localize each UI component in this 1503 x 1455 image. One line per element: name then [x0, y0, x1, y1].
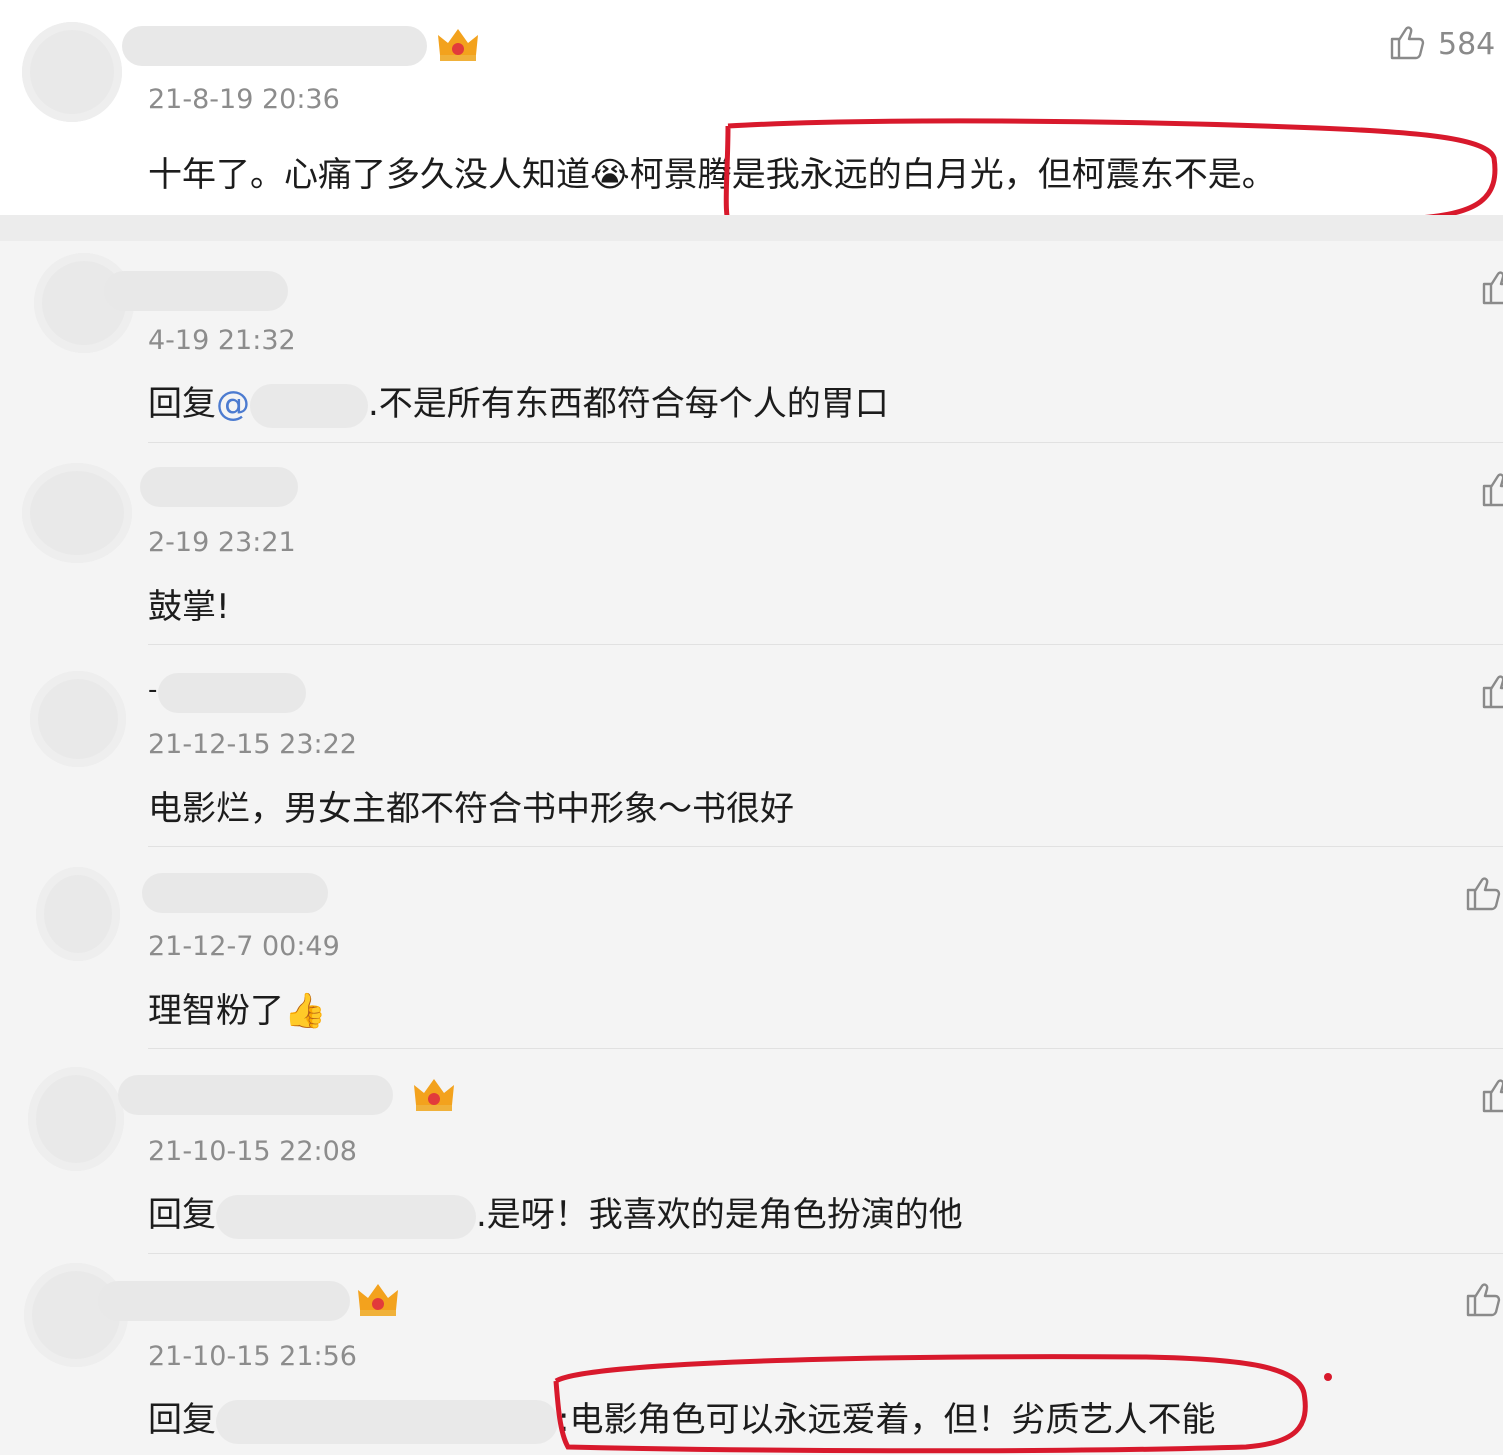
mention-link[interactable]: @ [216, 384, 250, 424]
reply-text: 回复@ .不是所有东西都符合每个人的胃口 [148, 376, 889, 428]
username-redacted[interactable] [140, 467, 298, 507]
section-gap [0, 215, 1503, 241]
reply-body: .是呀！我喜欢的是角色扮演的他 [476, 1195, 963, 1235]
divider [148, 442, 1503, 443]
avatar[interactable] [28, 1067, 124, 1171]
mention-redacted[interactable] [216, 1194, 476, 1239]
divider [148, 644, 1503, 645]
username-redacted[interactable] [98, 1281, 350, 1321]
reply-prefix: 回复 [148, 1400, 216, 1440]
crown-badge-icon [414, 1079, 454, 1111]
thumbs-up-icon[interactable] [1480, 1077, 1503, 1117]
username-initial[interactable]: - [148, 675, 157, 705]
avatar[interactable] [30, 671, 126, 767]
comment-text-b: 柯景腾是我永远的白月光，但柯震东不是。 [629, 155, 1276, 195]
reply-prefix: 回复 [148, 1195, 216, 1235]
reply-time: 4-19 21:32 [148, 325, 296, 356]
username-redacted[interactable] [118, 1075, 393, 1115]
like-count: 584 [1438, 26, 1496, 62]
username-redacted[interactable] [122, 26, 427, 66]
avatar[interactable] [22, 463, 132, 563]
reply-body: :电影角色可以永远爱着，但！劣质艺人不能 [558, 1400, 1216, 1440]
divider [148, 1048, 1503, 1049]
avatar[interactable] [36, 867, 120, 961]
avatar[interactable] [22, 22, 122, 122]
thumbs-up-icon[interactable] [1480, 673, 1503, 713]
reply-time: 21-10-15 22:08 [148, 1136, 357, 1167]
mention-redacted[interactable] [250, 383, 368, 428]
comment-text: 十年了。心痛了多久没人知道😭柯景腾是我永远的白月光，但柯震东不是。 [148, 147, 1276, 196]
replies-list: 4-19 21:32 回复@ .不是所有东西都符合每个人的胃口 2-19 23:2… [0, 241, 1503, 1455]
comment-text-a: 十年了。心痛了多久没人知道 [148, 155, 590, 195]
crown-badge-icon [358, 1284, 398, 1316]
reply-text: 电影烂，男女主都不符合书中形象～书很好 [148, 789, 794, 829]
thumbs-up-icon[interactable] [1480, 269, 1503, 309]
reply-time: 21-12-7 00:49 [148, 931, 340, 962]
reply-time: 21-10-15 21:56 [148, 1341, 357, 1372]
crown-badge-icon [438, 29, 478, 61]
reply-time: 2-19 23:21 [148, 527, 296, 558]
divider [148, 1253, 1503, 1254]
thumbs-up-icon[interactable] [1464, 875, 1503, 915]
thumbs-up-icon[interactable] [1464, 1281, 1503, 1321]
thumbs-up-emoji-icon: 👍 [284, 991, 327, 1031]
reply-body: 理智粉了 [148, 991, 284, 1031]
username-redacted[interactable] [158, 673, 306, 713]
reply-text: 理智粉了👍 [148, 983, 326, 1032]
reply-text: 回复 .是呀！我喜欢的是角色扮演的他 [148, 1187, 963, 1239]
like-button[interactable]: 584 [1388, 24, 1495, 64]
reply-text: 鼓掌! [148, 587, 230, 627]
thumbs-up-icon [1390, 26, 1425, 60]
reply-body: .不是所有东西都符合每个人的胃口 [368, 384, 889, 424]
comment-time: 21-8-19 20:36 [148, 84, 340, 115]
reply-text: 回复 :电影角色可以永远爱着，但！劣质艺人不能 [148, 1392, 1215, 1444]
username-redacted[interactable] [104, 271, 288, 311]
main-comment: 21-8-19 20:36 十年了。心痛了多久没人知道😭柯景腾是我永远的白月光，… [0, 0, 1503, 240]
thumbs-up-icon[interactable] [1480, 471, 1503, 511]
mention-redacted[interactable] [216, 1399, 558, 1444]
username-redacted[interactable] [142, 873, 328, 913]
crying-emoji-icon: 😭 [590, 155, 630, 195]
divider [148, 846, 1503, 847]
reply-time: 21-12-15 23:22 [148, 729, 357, 760]
reply-prefix: 回复 [148, 384, 216, 424]
